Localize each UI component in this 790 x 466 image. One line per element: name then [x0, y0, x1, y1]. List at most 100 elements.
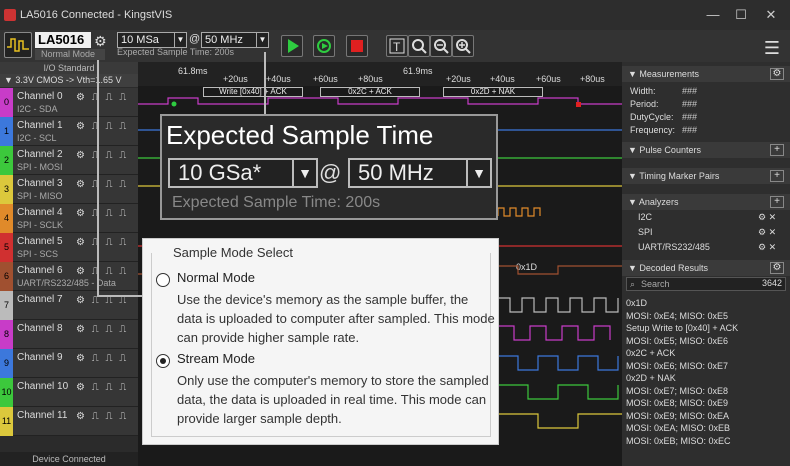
- analyzer-label: UART/RS232/485: [638, 242, 710, 252]
- text-tool-button[interactable]: T: [386, 35, 408, 57]
- normal-mode-radio[interactable]: [156, 273, 170, 287]
- add-icon[interactable]: +: [770, 144, 784, 156]
- stream-mode-radio[interactable]: [156, 354, 170, 368]
- decoded-result-row[interactable]: MOSI: 0xE5; MISO: 0xE6: [626, 336, 786, 346]
- channel-trigger-icons[interactable]: ⚙ ⎍ ⎍ ⎍: [76, 324, 128, 335]
- device-icon[interactable]: [4, 32, 32, 58]
- sample-rate-select-zoom[interactable]: 50 MHz ▼: [348, 158, 492, 188]
- channel-row[interactable]: 10 Channel 10 ⚙ ⎍ ⎍ ⎍: [0, 378, 138, 407]
- chevron-down-icon: ▼: [174, 33, 186, 47]
- timing-pairs-header[interactable]: ▼ Timing Marker Pairs +: [622, 168, 790, 184]
- channel-name[interactable]: Channel 2: [17, 149, 63, 160]
- channel-row[interactable]: 8 Channel 8 ⚙ ⎍ ⎍ ⎍: [0, 320, 138, 349]
- channel-analyzer-label: I2C - SCL: [17, 133, 57, 143]
- add-icon[interactable]: +: [770, 170, 784, 182]
- decoded-result-row[interactable]: 0x2D + NAK: [626, 373, 786, 383]
- repeat-button[interactable]: [313, 35, 335, 57]
- gear-icon[interactable]: ⚙: [770, 262, 784, 274]
- pulse-counters-header[interactable]: ▼ Pulse Counters +: [622, 142, 790, 158]
- channel-trigger-icons[interactable]: ⚙ ⎍ ⎍ ⎍: [76, 382, 128, 393]
- channel-trigger-icons[interactable]: ⚙ ⎍ ⎍ ⎍: [76, 411, 128, 422]
- channel-name[interactable]: Channel 1: [17, 120, 63, 131]
- channel-trigger-icons[interactable]: ⚙ ⎍ ⎍ ⎍: [76, 121, 128, 132]
- sample-depth-select-zoom[interactable]: 10 GSa* ▼: [168, 158, 318, 188]
- channel-row[interactable]: 6 Channel 6 UART/RS232/485 - Data ⚙ ⎍ ⎍ …: [0, 262, 138, 291]
- device-mode[interactable]: Normal Mode: [35, 49, 105, 60]
- decoded-result-row[interactable]: Setup Write to [0x40] + ACK: [626, 323, 786, 333]
- channel-row[interactable]: 3 Channel 3 SPI - MISO ⚙ ⎍ ⎍ ⎍: [0, 175, 138, 204]
- normal-mode-label[interactable]: Normal Mode: [177, 270, 255, 285]
- close-button[interactable]: ✕: [761, 7, 781, 23]
- channel-name[interactable]: Channel 5: [17, 236, 63, 247]
- channel-analyzer-label: SPI - SCS: [17, 249, 59, 259]
- channel-row[interactable]: 11 Channel 11 ⚙ ⎍ ⎍ ⎍: [0, 407, 138, 436]
- channel-trigger-icons[interactable]: ⚙ ⎍ ⎍ ⎍: [76, 92, 128, 103]
- decoded-result-row[interactable]: MOSI: 0xE9; MISO: 0xEA: [626, 411, 786, 421]
- channel-trigger-icons[interactable]: ⚙ ⎍ ⎍ ⎍: [76, 237, 128, 248]
- decoded-result-row[interactable]: MOSI: 0xE7; MISO: 0xE8: [626, 386, 786, 396]
- at-label: @: [319, 160, 342, 185]
- zoom-out-button[interactable]: [430, 35, 452, 57]
- analyzers-title: Analyzers: [638, 197, 679, 207]
- channel-name[interactable]: Channel 11: [17, 410, 67, 421]
- channel-row[interactable]: 9 Channel 9 ⚙ ⎍ ⎍ ⎍: [0, 349, 138, 378]
- zoom-fit-button[interactable]: [408, 35, 430, 57]
- decoded-results-header[interactable]: ▼ Decoded Results ⚙: [622, 260, 790, 276]
- analyzer-i2c[interactable]: I2C ⚙ ✕: [638, 212, 776, 222]
- channel-row[interactable]: 4 Channel 4 SPI - SCLK ⚙ ⎍ ⎍ ⎍: [0, 204, 138, 233]
- window-title: LA5016 Connected - KingstVIS: [20, 9, 173, 21]
- start-button[interactable]: [281, 35, 303, 57]
- sample-depth-select[interactable]: 10 MSa ▼: [117, 32, 187, 48]
- gear-icon[interactable]: ⚙ ✕: [758, 227, 788, 238]
- channel-name[interactable]: Channel 7: [17, 294, 63, 305]
- search-placeholder: Search: [641, 279, 670, 289]
- analyzer-uart[interactable]: UART/RS232/485 ⚙ ✕: [638, 242, 776, 252]
- channel-name[interactable]: Channel 3: [17, 178, 63, 189]
- decoded-result-row[interactable]: MOSI: 0xEA; MISO: 0xEB: [626, 423, 786, 433]
- gear-icon[interactable]: ⚙ ✕: [758, 242, 788, 253]
- gear-icon[interactable]: ⚙ ✕: [758, 212, 788, 223]
- marker-dots: [171, 101, 177, 107]
- channel-name[interactable]: Channel 0: [17, 91, 63, 102]
- channel-name[interactable]: Channel 6: [17, 265, 63, 276]
- voltage-threshold-select[interactable]: ▼ 3.3V CMOS -> Vth=1.65 V: [0, 74, 138, 87]
- channel-trigger-icons[interactable]: ⚙ ⎍ ⎍ ⎍: [76, 353, 128, 364]
- maximize-button[interactable]: ☐: [731, 7, 751, 23]
- channel-trigger-icons[interactable]: ⚙ ⎍ ⎍ ⎍: [76, 266, 128, 277]
- channel-row[interactable]: 5 Channel 5 SPI - SCS ⚙ ⎍ ⎍ ⎍: [0, 233, 138, 262]
- channel-row[interactable]: 2 Channel 2 SPI - MOSI ⚙ ⎍ ⎍ ⎍: [0, 146, 138, 175]
- menu-icon[interactable]: ☰: [764, 38, 780, 59]
- decoded-result-row[interactable]: MOSI: 0xE4; MISO: 0xE5: [626, 311, 786, 321]
- channel-color-bar: 11: [0, 407, 13, 436]
- at-label: @: [189, 33, 201, 45]
- channel-color-bar: 0: [0, 88, 13, 117]
- gear-icon[interactable]: ⚙: [770, 68, 784, 80]
- sample-rate-select[interactable]: 50 MHz ▼: [201, 32, 269, 48]
- zoom-in-button[interactable]: [452, 35, 474, 57]
- channel-trigger-icons[interactable]: ⚙ ⎍ ⎍ ⎍: [76, 295, 128, 306]
- channel-row[interactable]: 0 Channel 0 I2C - SDA ⚙ ⎍ ⎍ ⎍: [0, 88, 138, 117]
- channel-trigger-icons[interactable]: ⚙ ⎍ ⎍ ⎍: [76, 208, 128, 219]
- stream-mode-label[interactable]: Stream Mode: [177, 351, 255, 366]
- device-settings-icon[interactable]: ⚙: [94, 33, 107, 50]
- channel-trigger-icons[interactable]: ⚙ ⎍ ⎍ ⎍: [76, 150, 128, 161]
- channel-trigger-icons[interactable]: ⚙ ⎍ ⎍ ⎍: [76, 179, 128, 190]
- minimize-button[interactable]: —: [703, 7, 723, 22]
- decoded-result-row[interactable]: MOSI: 0xE6; MISO: 0xE7: [626, 361, 786, 371]
- channel-row[interactable]: 1 Channel 1 I2C - SCL ⚙ ⎍ ⎍ ⎍: [0, 117, 138, 146]
- channel-row[interactable]: 7 Channel 7 ⚙ ⎍ ⎍ ⎍: [0, 291, 138, 320]
- stop-button[interactable]: [346, 35, 368, 57]
- channel-name[interactable]: Channel 4: [17, 207, 63, 218]
- measurements-header[interactable]: ▼ Measurements ⚙: [622, 66, 790, 82]
- decoded-result-row[interactable]: MOSI: 0xEB; MISO: 0xEC: [626, 436, 786, 446]
- analyzers-header[interactable]: ▼ Analyzers +: [622, 194, 790, 210]
- analyzer-spi[interactable]: SPI ⚙ ✕: [638, 227, 776, 237]
- right-panel: ▼ Measurements ⚙ Width: ### Period: ### Dut…: [622, 62, 790, 466]
- decoded-result-row[interactable]: 0x2C + ACK: [626, 348, 786, 358]
- channel-name[interactable]: Channel 8: [17, 323, 63, 334]
- decoded-result-row[interactable]: 0x1D: [626, 298, 786, 308]
- channel-name[interactable]: Channel 9: [17, 352, 63, 363]
- add-icon[interactable]: +: [770, 196, 784, 208]
- channel-name[interactable]: Channel 10: [17, 381, 68, 392]
- decoded-result-row[interactable]: MOSI: 0xE8; MISO: 0xE9: [626, 398, 786, 408]
